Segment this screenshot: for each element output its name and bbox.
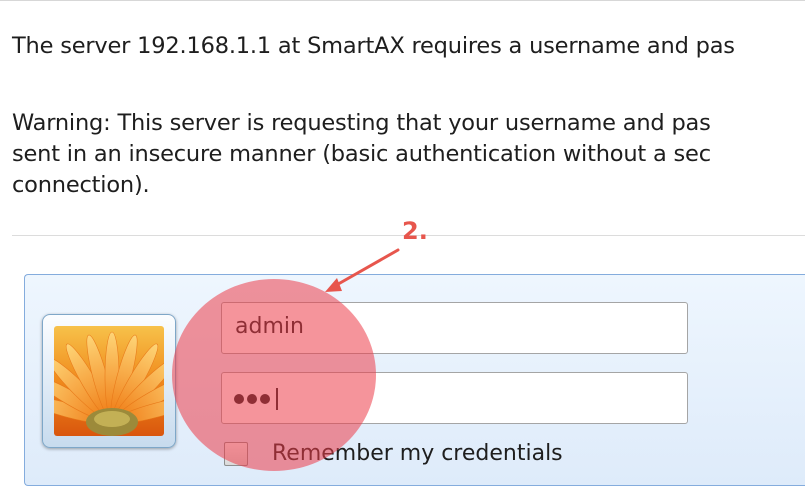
username-field[interactable]: admin: [221, 302, 688, 354]
warning-message: Warning: This server is requesting that …: [12, 108, 711, 201]
remember-credentials-row[interactable]: Remember my credentials: [224, 437, 563, 471]
password-dot: [247, 394, 257, 404]
text-caret: [276, 388, 278, 410]
flower-user-icon: [42, 314, 176, 448]
server-message: The server 192.168.1.1 at SmartAX requir…: [12, 33, 735, 59]
remember-checkbox[interactable]: [224, 442, 248, 466]
flower-user-icon-image: [54, 326, 164, 436]
warning-line: Warning: This server is requesting that …: [12, 110, 711, 136]
password-mask: [234, 388, 278, 410]
remember-label: Remember my credentials: [272, 441, 563, 466]
credentials-dialog: The server 192.168.1.1 at SmartAX requir…: [0, 0, 805, 497]
warning-line: sent in an insecure manner (basic authen…: [12, 141, 711, 167]
password-dot: [234, 394, 244, 404]
window-edge: [0, 0, 805, 1]
password-field[interactable]: [221, 372, 688, 424]
password-dot: [260, 394, 270, 404]
step-label: 2.: [402, 217, 428, 245]
warning-line: connection).: [12, 172, 150, 198]
username-value: admin: [235, 314, 304, 339]
